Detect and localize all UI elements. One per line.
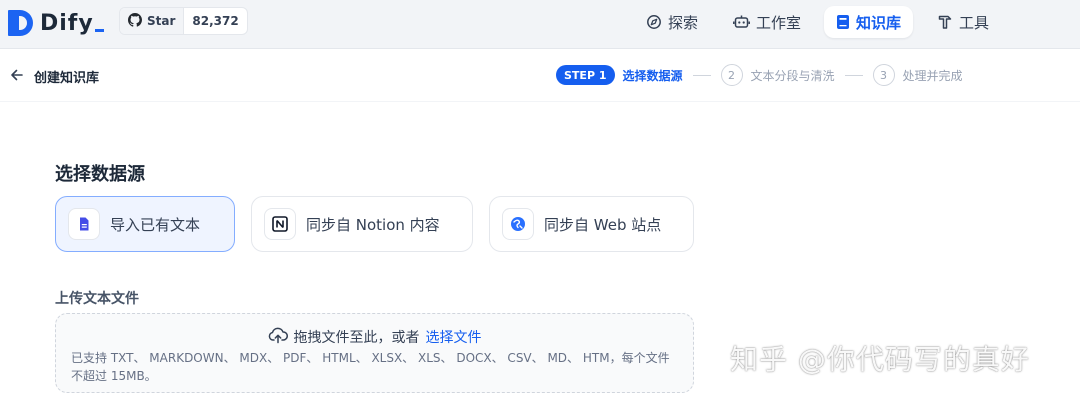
step-divider xyxy=(692,74,711,76)
nav-explore[interactable]: 探索 xyxy=(634,6,710,38)
upload-cloud-icon xyxy=(268,326,288,348)
compass-icon xyxy=(646,14,662,30)
robot-icon xyxy=(733,14,750,30)
back-arrow-icon[interactable] xyxy=(8,66,26,84)
select-file-link[interactable]: 选择文件 xyxy=(426,327,482,347)
nav-tools-label: 工具 xyxy=(959,13,990,32)
source-notion-label: 同步自 Notion 内容 xyxy=(306,215,440,234)
source-web[interactable]: 同步自 Web 站点 xyxy=(489,196,694,252)
nav-explore-label: 探索 xyxy=(668,13,699,32)
app-name: Dify xyxy=(40,10,94,36)
nav-knowledge[interactable]: 知识库 xyxy=(824,6,914,38)
logo-underscore xyxy=(94,28,104,32)
step-3-number: 3 xyxy=(872,64,895,86)
hammer-icon xyxy=(937,14,953,30)
page-header: 创建知识库 STEP 1 选择数据源 2 文本分段与清洗 3 处理并完成 xyxy=(0,50,1080,102)
step-3-label: 处理并完成 xyxy=(902,68,963,83)
supported-formats-hint: 已支持 TXT、 MARKDOWN、 MDX、 PDF、 HTML、 XLSX、… xyxy=(71,351,670,383)
step-2-label: 文本分段与清洗 xyxy=(750,68,835,83)
source-import-text[interactable]: 导入已有文本 xyxy=(55,196,235,252)
dropzone-prompt-text: 拖拽文件至此，或者 xyxy=(293,330,420,346)
step-1-badge: STEP 1 xyxy=(556,65,615,85)
dify-logo-mark xyxy=(8,8,34,38)
section-title: 选择数据源 xyxy=(55,164,145,185)
source-web-label: 同步自 Web 站点 xyxy=(544,215,662,234)
github-icon xyxy=(128,12,142,30)
web-icon xyxy=(502,208,534,240)
github-star-count: 82,372 xyxy=(192,14,239,28)
step-1-label: 选择数据源 xyxy=(622,68,683,83)
book-icon xyxy=(836,14,850,30)
github-star-left: Star xyxy=(120,8,185,34)
top-navigation-bar: Dify Star 82,372 探索 工作室 知识库 工具 xyxy=(0,0,1080,49)
github-star-label: Star xyxy=(147,14,176,28)
notion-icon xyxy=(264,208,296,240)
source-import-text-label: 导入已有文本 xyxy=(110,215,201,234)
file-dropzone[interactable]: 拖拽文件至此，或者 选择文件 已支持 TXT、 MARKDOWN、 MDX、 P… xyxy=(55,313,694,393)
dify-logo[interactable]: Dify xyxy=(8,8,104,38)
zhihu-watermark: 知乎 @你代码写的真好 xyxy=(730,343,1030,376)
source-notion[interactable]: 同步自 Notion 内容 xyxy=(251,196,473,252)
step-2-number: 2 xyxy=(720,64,743,86)
dropzone-prompt: 拖拽文件至此，或者 选择文件 xyxy=(56,326,693,348)
file-text-icon xyxy=(68,208,100,240)
nav-studio-label: 工作室 xyxy=(756,13,802,32)
nav-knowledge-label: 知识库 xyxy=(856,13,902,32)
step-indicator: STEP 1 选择数据源 2 文本分段与清洗 3 处理并完成 xyxy=(556,64,963,86)
nav-tools[interactable]: 工具 xyxy=(925,6,1001,38)
github-star-button[interactable]: Star 82,372 xyxy=(119,7,248,35)
upload-section-title: 上传文本文件 xyxy=(55,291,139,307)
page-title: 创建知识库 xyxy=(34,71,100,86)
step-divider xyxy=(844,74,863,76)
nav-studio[interactable]: 工作室 xyxy=(721,6,813,38)
